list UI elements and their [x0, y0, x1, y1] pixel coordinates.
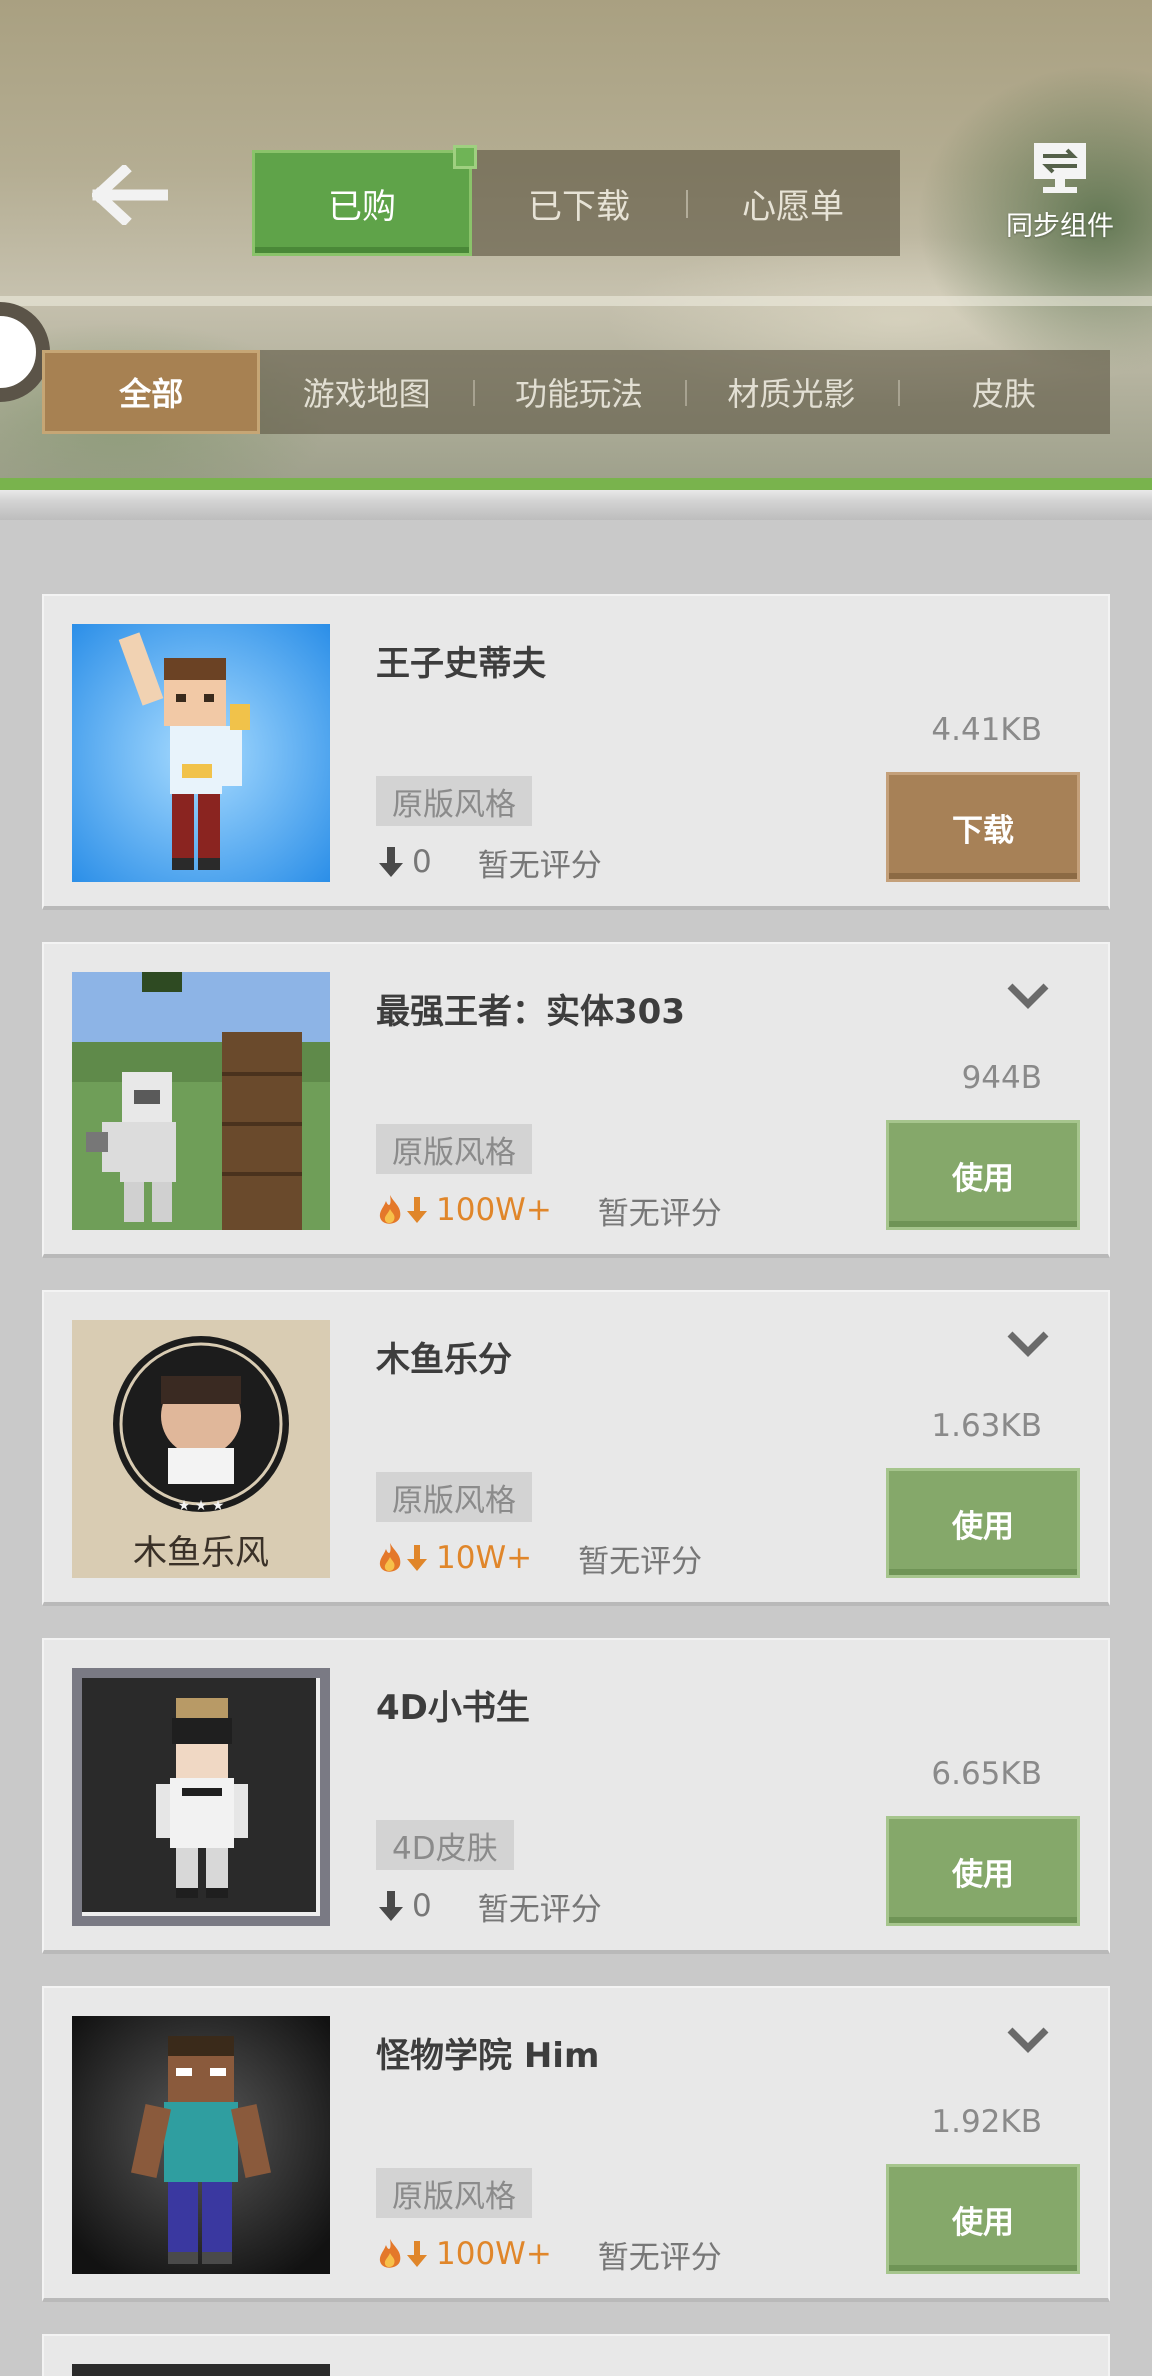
item-title: 怪物学院 Him	[376, 2036, 600, 2076]
download-count-icon	[407, 1545, 427, 1571]
item-thumbnail	[72, 2364, 330, 2376]
item-title: 王子史蒂夫	[376, 644, 546, 684]
download-count-icon	[407, 1197, 427, 1223]
item-style-tag: 原版风格	[376, 776, 532, 826]
back-button[interactable]	[80, 150, 180, 240]
item-size: 1.63KB	[931, 1408, 1042, 1444]
thumb-logo-text: 木鱼乐风	[133, 1533, 269, 1573]
item-stats: 100W+ 暂无评分	[376, 2232, 722, 2276]
category-label: 材质光影	[727, 375, 856, 413]
muyu-logo-icon: ★ ★ ★ 木鱼乐风	[72, 1320, 330, 1578]
download-count-icon	[379, 847, 403, 877]
header-shadow	[0, 490, 1152, 520]
list-item[interactable]: 怪物学院 Him 1.92KB 原版风格 100W+ 暂无评分 使用	[42, 1986, 1110, 2302]
category-textures[interactable]: 材质光影	[685, 350, 897, 434]
banner-divider	[0, 296, 1152, 306]
tab-wishlist-label: 心愿单	[742, 186, 844, 227]
sync-label: 同步组件	[1006, 211, 1114, 242]
list-item[interactable]: 王子史蒂夫 4.41KB 原版风格 0 暂无评分 下载	[42, 594, 1110, 910]
list-item[interactable]: 4D小书生 6.65KB 4D皮肤 0 暂无评分 使用	[42, 1638, 1110, 1954]
category-maps[interactable]: 游戏地图	[260, 350, 472, 434]
item-title: 最强王者：实体303	[376, 992, 685, 1032]
download-count: 0	[412, 844, 432, 880]
item-title: 木鱼乐分	[376, 1340, 512, 1380]
tab-purchased[interactable]: 已购	[252, 145, 477, 256]
download-count-icon	[407, 2241, 427, 2267]
category-label: 皮肤	[971, 375, 1036, 413]
item-size: 6.65KB	[931, 1756, 1042, 1792]
download-count: 100W+	[436, 2236, 552, 2272]
category-label: 游戏地图	[302, 375, 431, 413]
item-style-tag: 4D皮肤	[376, 1820, 514, 1870]
item-stats: 10W+ 暂无评分	[376, 1536, 702, 1580]
item-size: 944B	[961, 1060, 1042, 1096]
header-banner: 已购 已下载 心愿单 同步组件 全部 游戏地图 功能玩法 材质光影 皮肤	[0, 0, 1152, 478]
rating-text: 暂无评分	[597, 2239, 722, 2276]
item-stats: 100W+ 暂无评分	[376, 1188, 722, 1232]
tab-downloaded[interactable]: 已下载	[472, 150, 686, 256]
category-gameplay[interactable]: 功能玩法	[472, 350, 685, 434]
chevron-down-icon[interactable]	[1004, 978, 1052, 1014]
fire-icon	[379, 1543, 401, 1572]
rating-text: 暂无评分	[597, 1195, 722, 1232]
download-button[interactable]: 下载	[886, 772, 1080, 882]
fire-icon	[379, 2239, 401, 2268]
rating-text: 暂无评分	[477, 847, 602, 884]
item-stats: 0 暂无评分	[376, 840, 602, 884]
chevron-down-icon[interactable]	[1004, 2022, 1052, 2058]
use-button[interactable]: 使用	[886, 1468, 1080, 1578]
item-style-tag: 原版风格	[376, 1124, 532, 1174]
scholar-skin-icon	[72, 1668, 330, 1926]
tab-downloaded-label: 已下载	[528, 186, 630, 227]
prince-steve-skin-icon	[72, 624, 330, 882]
item-thumbnail	[72, 1668, 330, 1926]
item-size: 1.92KB	[931, 2104, 1042, 2140]
list-item-partial[interactable]	[42, 2334, 1110, 2376]
list-item[interactable]: 最强王者：实体303 944B 原版风格 100W+ 暂无评分 使用	[42, 942, 1110, 1258]
use-button[interactable]: 使用	[886, 1120, 1080, 1230]
herobrine-skin-icon	[72, 2016, 330, 2274]
back-arrow-icon	[92, 165, 168, 225]
download-count: 100W+	[436, 1192, 552, 1228]
download-count-icon	[379, 1891, 403, 1921]
use-button[interactable]: 使用	[886, 2164, 1080, 2274]
sync-components-button[interactable]: 同步组件	[990, 140, 1130, 250]
category-all[interactable]: 全部	[42, 350, 261, 434]
entity-303-skin-icon	[72, 972, 330, 1230]
item-style-tag: 原版风格	[376, 2168, 532, 2218]
item-thumbnail	[72, 624, 330, 882]
use-button[interactable]: 使用	[886, 1816, 1080, 1926]
rating-text: 暂无评分	[578, 1543, 703, 1580]
item-size: 4.41KB	[931, 712, 1042, 748]
header-accent-bar	[0, 478, 1152, 490]
sync-icon	[1034, 143, 1086, 193]
item-title: 4D小书生	[376, 1688, 530, 1728]
chevron-down-icon[interactable]	[1004, 1326, 1052, 1362]
item-stats: 0 暂无评分	[376, 1884, 602, 1928]
svg-text:★ ★ ★: ★ ★ ★	[178, 1498, 225, 1514]
download-count: 10W+	[436, 1540, 533, 1576]
item-thumbnail	[72, 2016, 330, 2274]
rating-text: 暂无评分	[477, 1891, 602, 1928]
download-count: 0	[412, 1888, 432, 1924]
item-thumbnail: ★ ★ ★ 木鱼乐风	[72, 1320, 330, 1578]
item-style-tag: 原版风格	[376, 1472, 532, 1522]
item-list[interactable]: 王子史蒂夫 4.41KB 原版风格 0 暂无评分 下载 最强王者：实体303 9…	[42, 594, 1110, 2334]
tab-purchased-label: 已购	[328, 186, 396, 227]
category-label: 功能玩法	[515, 375, 644, 413]
category-skins[interactable]: 皮肤	[897, 350, 1110, 434]
category-label: 全部	[119, 375, 184, 413]
fire-icon	[379, 1195, 401, 1224]
tab-wishlist[interactable]: 心愿单	[686, 150, 900, 256]
category-tab-bar: 全部 游戏地图 功能玩法 材质光影 皮肤	[42, 350, 1110, 434]
item-thumbnail	[72, 972, 330, 1230]
list-item[interactable]: ★ ★ ★ 木鱼乐风 木鱼乐分 1.63KB 原版风格 10W+ 暂无评分 使用	[42, 1290, 1110, 1606]
top-tab-bar: 已购 已下载 心愿单	[252, 145, 900, 256]
